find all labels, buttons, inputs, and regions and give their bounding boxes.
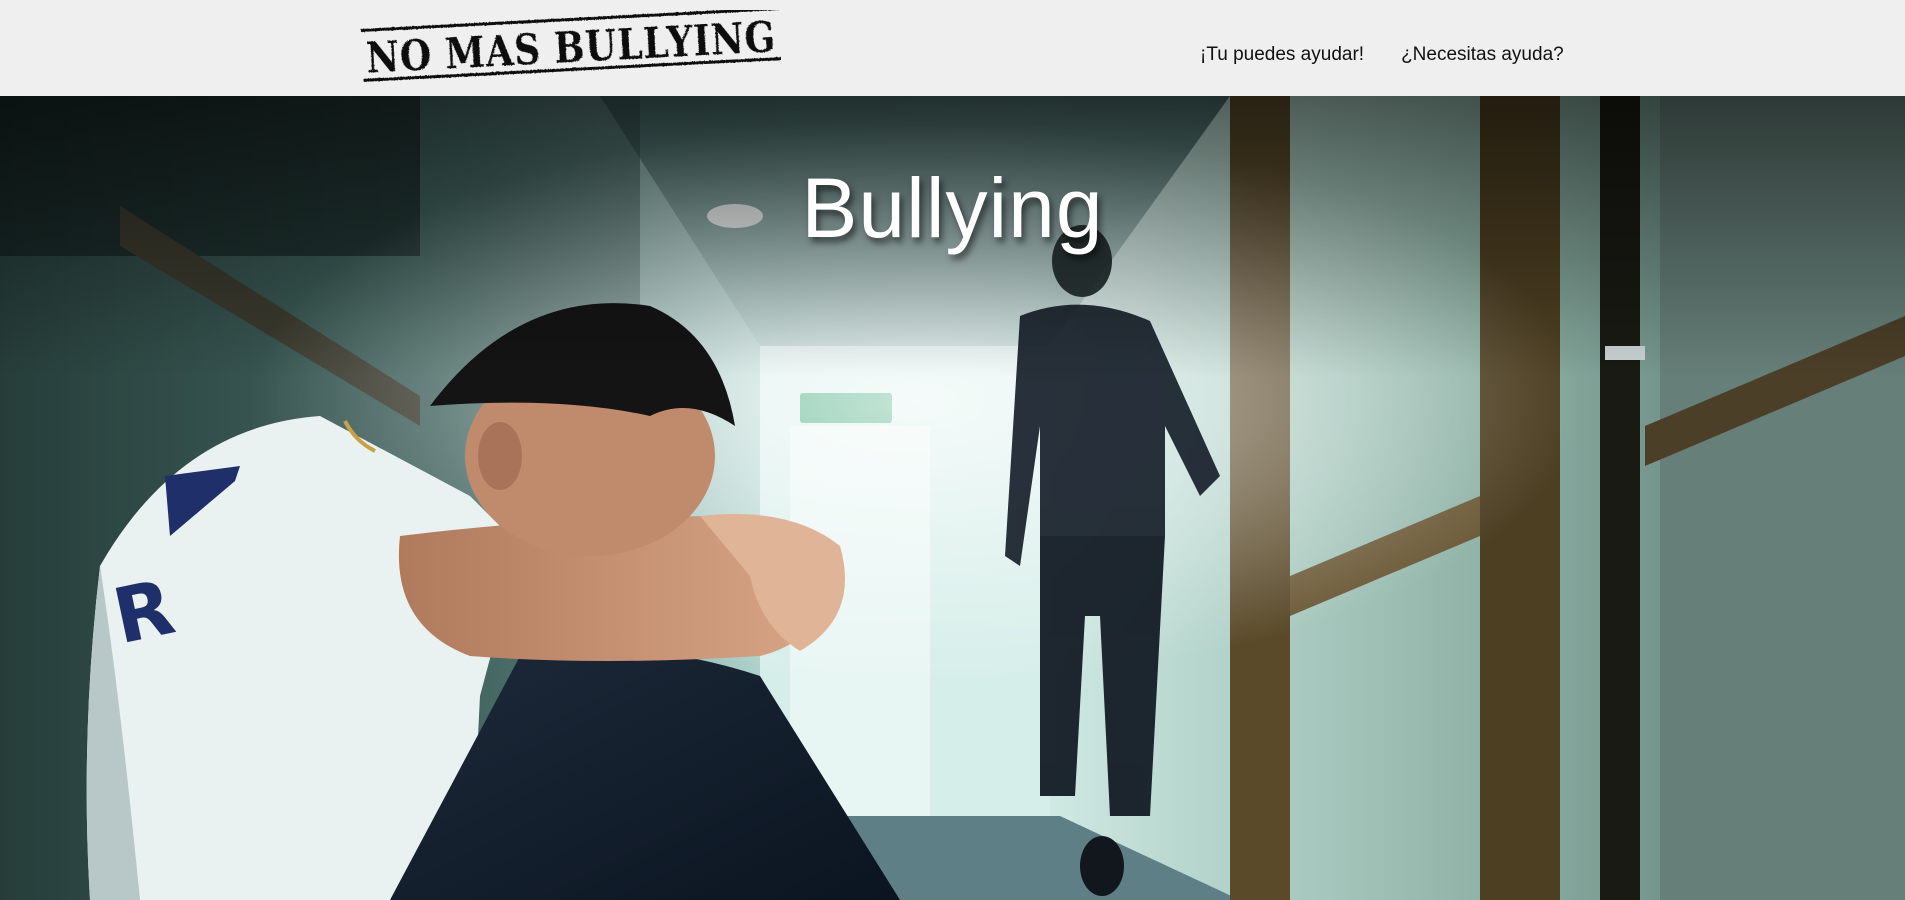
main-nav: ¡Tu puedes ayudar! ¿Necesitas ayuda? (1200, 44, 1564, 66)
hero-title: Bullying (801, 161, 1104, 256)
nav-link-necesitas-ayuda[interactable]: ¿Necesitas ayuda? (1401, 44, 1564, 66)
hero-banner: R Bullying (0, 96, 1905, 900)
logo-text: NO MAS BULLYING (365, 12, 777, 82)
logo-stamp-graphic: NO MAS BULLYING (360, 10, 782, 82)
site-header: NO MAS BULLYING ¡Tu puedes ayudar! ¿Nece… (0, 0, 1905, 96)
nav-link-tu-puedes-ayudar[interactable]: ¡Tu puedes ayudar! (1200, 44, 1364, 66)
site-logo[interactable]: NO MAS BULLYING (358, 10, 784, 82)
